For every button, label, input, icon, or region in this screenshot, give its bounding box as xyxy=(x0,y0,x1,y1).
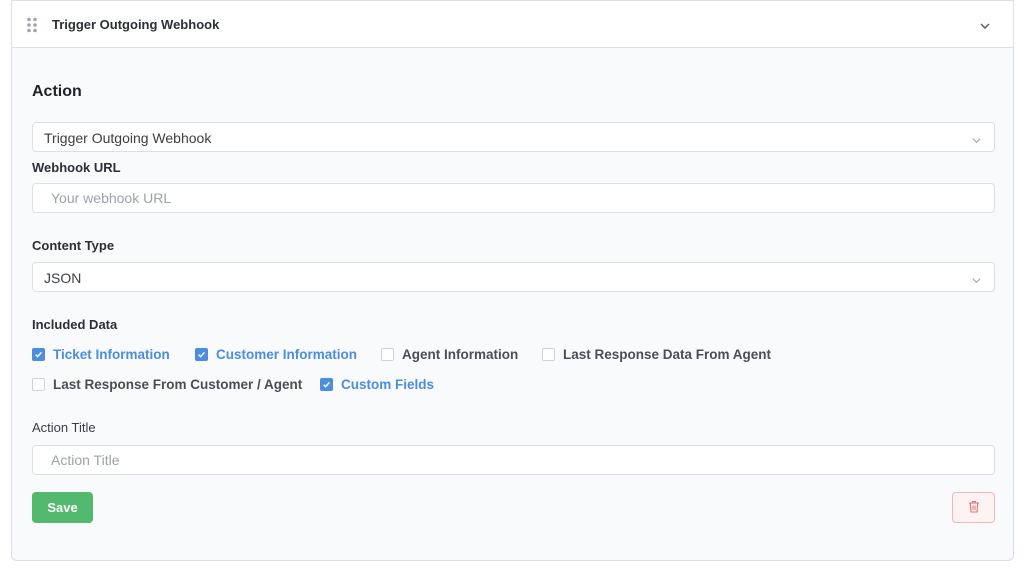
checkbox-customer-information[interactable]: Customer Information xyxy=(195,345,357,363)
checkbox-agent-information[interactable]: Agent Information xyxy=(381,345,518,363)
checkbox-box[interactable] xyxy=(32,347,45,361)
webhook-url-field xyxy=(32,183,995,213)
action-title-input[interactable] xyxy=(33,446,994,474)
webhook-url-label: Webhook URL xyxy=(32,160,121,175)
checkbox-box[interactable] xyxy=(32,377,45,391)
webhook-url-input[interactable] xyxy=(33,184,994,212)
action-title-field xyxy=(32,445,995,475)
checkbox-last-response-from-customer-agent[interactable]: Last Response From Customer / Agent xyxy=(32,375,302,393)
chevron-down-icon[interactable] xyxy=(979,19,991,31)
checkbox-ticket-information[interactable]: Ticket Information xyxy=(32,345,170,363)
checkbox-label: Last Response From Customer / Agent xyxy=(53,376,303,392)
action-card: Trigger Outgoing Webhook Action Trigger … xyxy=(11,0,1014,561)
chevron-down-icon xyxy=(971,273,982,284)
checkbox-last-response-data-from-agent[interactable]: Last Response Data From Agent xyxy=(542,345,771,363)
content-type-label: Content Type xyxy=(32,238,115,253)
checkbox-label: Agent Information xyxy=(402,346,519,362)
section-title: Action xyxy=(32,83,82,100)
checkbox-box[interactable] xyxy=(381,347,394,361)
checkbox-box[interactable] xyxy=(195,347,208,361)
chevron-down-icon xyxy=(971,133,982,144)
checkbox-label: Custom Fields xyxy=(341,376,435,392)
drag-handle-icon[interactable] xyxy=(26,17,38,33)
action-select-value: Trigger Outgoing Webhook xyxy=(44,130,212,146)
delete-button[interactable] xyxy=(952,492,995,523)
content-type-select[interactable]: JSON xyxy=(32,262,995,292)
checkbox-box[interactable] xyxy=(320,377,333,391)
checkbox-label: Ticket Information xyxy=(53,346,170,362)
card-header[interactable]: Trigger Outgoing Webhook xyxy=(12,1,1013,48)
checkbox-custom-fields[interactable]: Custom Fields xyxy=(320,375,434,393)
included-data-label: Included Data xyxy=(32,317,118,332)
save-button[interactable]: Save xyxy=(32,492,93,523)
card-title: Trigger Outgoing Webhook xyxy=(52,17,220,32)
checkbox-box[interactable] xyxy=(542,347,555,361)
checkbox-label: Customer Information xyxy=(216,346,358,362)
action-title-label: Action Title xyxy=(32,420,96,435)
checkbox-label: Last Response Data From Agent xyxy=(563,346,772,362)
trash-icon xyxy=(968,500,980,516)
content-type-select-value: JSON xyxy=(44,270,82,286)
action-select[interactable]: Trigger Outgoing Webhook xyxy=(32,122,995,152)
